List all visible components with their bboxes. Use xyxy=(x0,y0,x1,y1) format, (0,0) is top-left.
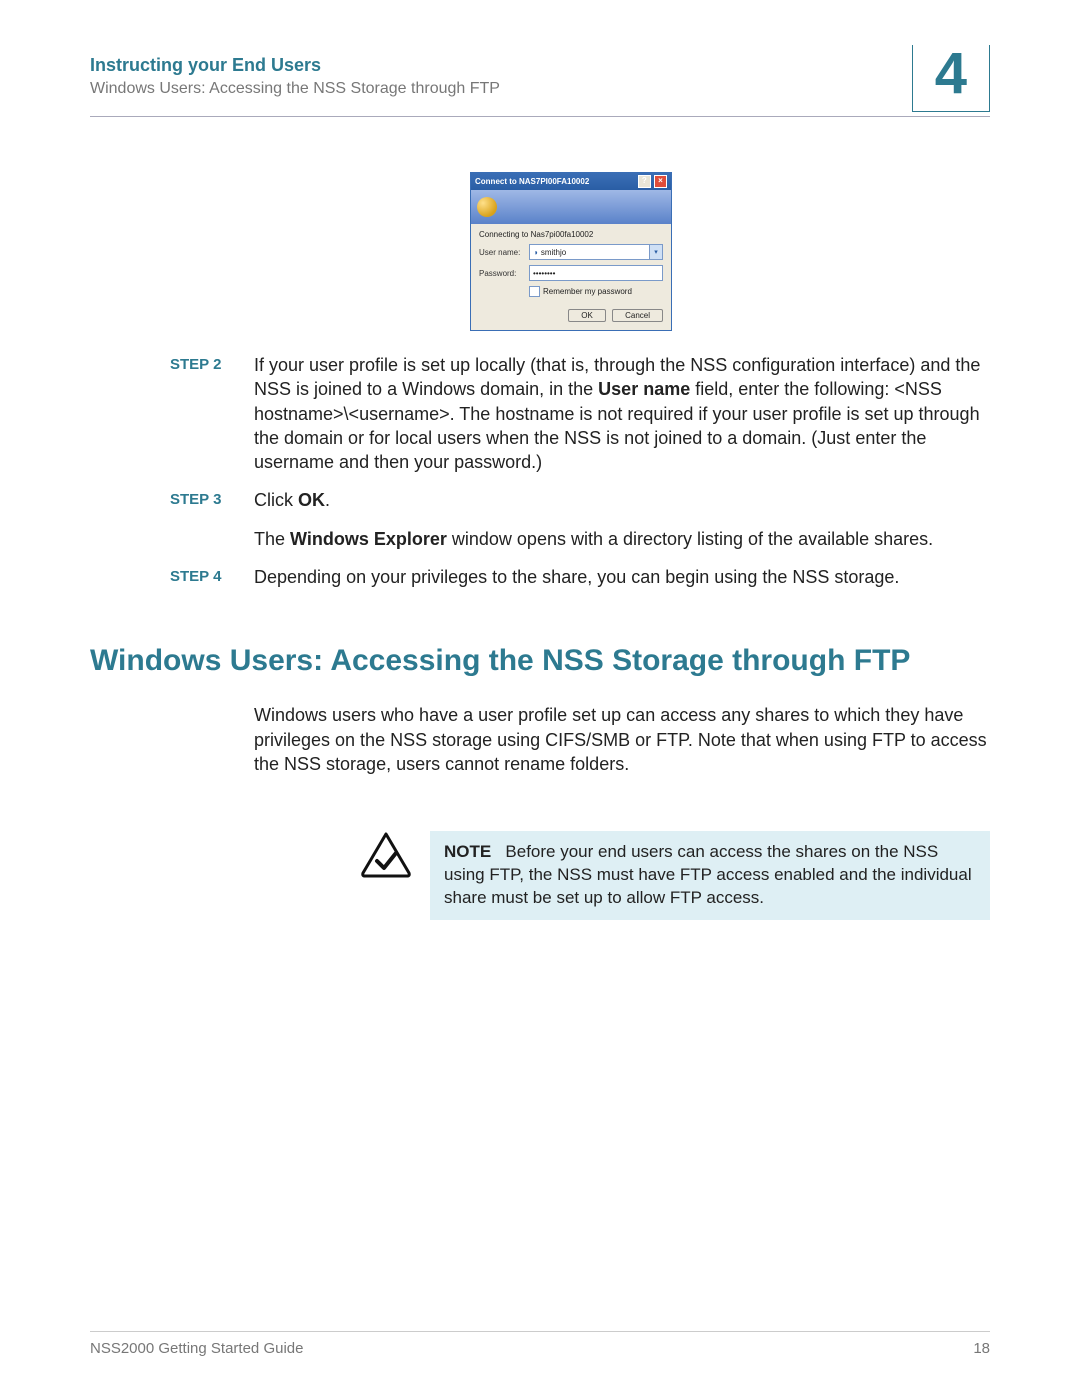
section-heading: Windows Users: Accessing the NSS Storage… xyxy=(90,644,990,678)
chevron-down-icon[interactable]: ▾ xyxy=(649,245,662,259)
step-2: STEP 2 If your user profile is set up lo… xyxy=(90,353,990,474)
remember-label: Remember my password xyxy=(543,287,632,296)
step-3-para2-a: The xyxy=(254,529,290,549)
dialog-titlebar-buttons: ? × xyxy=(637,175,667,188)
footer-guide: NSS2000 Getting Started Guide xyxy=(90,1340,303,1357)
close-icon[interactable]: × xyxy=(654,175,667,188)
step-4-text: Depending on your privileges to the shar… xyxy=(254,565,990,589)
footer-page: 18 xyxy=(973,1340,990,1357)
note-check-icon xyxy=(360,831,412,884)
header-divider xyxy=(90,116,990,117)
chapter-number: 4 xyxy=(912,45,990,112)
step-3: STEP 3 Click OK. The Windows Explorer wi… xyxy=(90,488,990,551)
header-subtitle: Windows Users: Accessing the NSS Storage… xyxy=(90,80,990,98)
step-2-label: STEP 2 xyxy=(170,353,240,474)
step-3-text-b: . xyxy=(325,490,330,510)
username-value: smithjo xyxy=(541,248,646,257)
credential-dialog: Connect to NAS7PI00FA10002 ? × Connectin… xyxy=(470,172,672,331)
header-title: Instructing your End Users xyxy=(90,55,990,76)
dialog-title: Connect to NAS7PI00FA10002 xyxy=(475,177,589,186)
step-4: STEP 4 Depending on your privileges to t… xyxy=(90,565,990,589)
note-label: NOTE xyxy=(444,842,491,861)
ok-button[interactable]: OK xyxy=(568,309,606,322)
note-text: Before your end users can access the sha… xyxy=(444,842,972,907)
password-label: Password: xyxy=(479,269,529,278)
help-icon[interactable]: ? xyxy=(638,175,651,188)
step-3-para2-bold: Windows Explorer xyxy=(290,529,447,549)
remember-checkbox[interactable] xyxy=(529,286,540,297)
note-callout: NOTE Before your end users can access th… xyxy=(430,831,990,920)
keys-icon xyxy=(477,197,497,217)
dialog-connecting-text: Connecting to Nas7pi00fa10002 xyxy=(479,230,663,239)
user-icon: ◑ xyxy=(533,248,538,257)
step-3-bold: OK xyxy=(298,490,325,510)
step-3-text-a: Click xyxy=(254,490,298,510)
password-field[interactable]: •••••••• xyxy=(529,265,663,281)
step-3-para2-b: window opens with a directory listing of… xyxy=(447,529,933,549)
step-3-label: STEP 3 xyxy=(170,488,240,551)
password-value: •••••••• xyxy=(533,269,555,278)
cancel-button[interactable]: Cancel xyxy=(612,309,663,322)
username-label: User name: xyxy=(479,248,529,257)
section-intro: Windows users who have a user profile se… xyxy=(254,703,990,776)
step-4-label: STEP 4 xyxy=(170,565,240,589)
step-2-bold: User name xyxy=(598,379,690,399)
username-field[interactable]: ◑ smithjo ▾ xyxy=(529,244,663,260)
